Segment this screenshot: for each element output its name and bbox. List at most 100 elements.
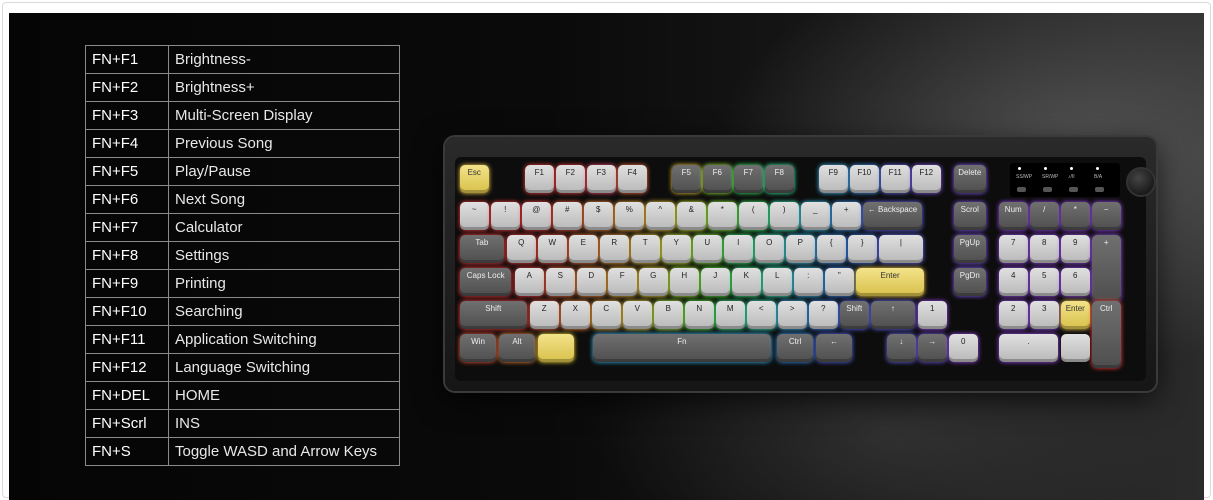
keyboard-image: Esc F1 F2 F3 F4 F5 F6 F7 F8 F9 F10 F11 F12 Delete ~! @ #… xyxy=(445,137,1156,391)
shortcut-row: FN+F7 Calculator xyxy=(85,213,400,242)
shortcut-row: FN+F6 Next Song xyxy=(85,185,400,214)
keycap: + xyxy=(1092,235,1121,302)
shortcut-combo: FN+F10 xyxy=(85,297,169,326)
keycap: { xyxy=(817,235,846,263)
keycap: F3 xyxy=(587,165,616,193)
keycap: 0 xyxy=(949,334,978,362)
indicator-button xyxy=(1069,187,1078,192)
keycap: Caps Lock xyxy=(460,268,512,296)
keycap: Tab xyxy=(460,235,504,263)
keycap: ← xyxy=(816,334,853,362)
shortcut-action: HOME xyxy=(168,381,400,410)
keycap: A xyxy=(515,268,544,296)
keycap: V xyxy=(623,301,652,329)
shortcut-action: Settings xyxy=(168,241,400,270)
keycap: ~ xyxy=(460,202,489,230)
shortcut-row: FN+F2 Brightness+ xyxy=(85,73,400,102)
keycap: * xyxy=(708,202,737,230)
keycap: Enter xyxy=(1061,301,1090,329)
keycap: K xyxy=(732,268,761,296)
keycap: ← Backspace xyxy=(863,202,922,230)
keycap: : xyxy=(794,268,823,296)
keycap: J xyxy=(701,268,730,296)
shortcut-row: FN+F9 Printing xyxy=(85,269,400,298)
keycap: T xyxy=(631,235,660,263)
keycap: ↓ xyxy=(887,334,916,362)
keycap: F5 xyxy=(672,165,701,193)
shortcut-row: FN+F11 Application Switching xyxy=(85,325,400,354)
keycap: 8 xyxy=(1030,235,1059,263)
shortcut-row: FN+F5 Play/Pause xyxy=(85,157,400,186)
keycap: PgUp xyxy=(954,235,986,263)
shortcut-action: Brightness- xyxy=(168,45,400,74)
keycap: S xyxy=(546,268,575,296)
indicator-label: SS/WP xyxy=(1016,174,1033,180)
indicator-dot xyxy=(1018,167,1021,170)
indicator-label: SR/WP xyxy=(1042,174,1059,180)
keycap: ) xyxy=(770,202,799,230)
shortcut-action: Next Song xyxy=(168,185,400,214)
shortcut-combo: FN+F5 xyxy=(85,157,169,186)
shortcut-row: FN+DEL HOME xyxy=(85,381,400,410)
keycap: N xyxy=(685,301,714,329)
keycap: D xyxy=(577,268,606,296)
keycap: F9 xyxy=(819,165,848,193)
shortcut-row: FN+F1 Brightness- xyxy=(85,45,400,74)
shortcut-action: Toggle WASD and Arrow Keys xyxy=(168,437,400,466)
keycap: Shift xyxy=(840,301,869,329)
keycap: C xyxy=(592,301,621,329)
indicator-dot xyxy=(1070,167,1073,170)
shortcut-combo: FN+F1 xyxy=(85,45,169,74)
keycap: H xyxy=(670,268,699,296)
keycap xyxy=(538,334,575,362)
shortcut-row: FN+F4 Previous Song xyxy=(85,129,400,158)
keycap: " xyxy=(825,268,854,296)
indicator-button xyxy=(1095,187,1104,192)
keycap: Z xyxy=(530,301,559,329)
keycap: X xyxy=(561,301,590,329)
keycap: L xyxy=(763,268,792,296)
shortcut-combo: FN+DEL xyxy=(85,381,169,410)
indicator-dot xyxy=(1096,167,1099,170)
keycap: Delete xyxy=(954,165,986,193)
keycap: ^ xyxy=(646,202,675,230)
keycap: 7 xyxy=(999,235,1028,263)
keycap: ( xyxy=(739,202,768,230)
shortcut-row: FN+S Toggle WASD and Arrow Keys xyxy=(85,437,400,466)
keycap: U xyxy=(693,235,722,263)
shortcut-combo: FN+F9 xyxy=(85,269,169,298)
shortcut-combo: FN+F7 xyxy=(85,213,169,242)
keycap: W xyxy=(538,235,567,263)
keycap: < xyxy=(747,301,776,329)
shortcut-combo: FN+S xyxy=(85,437,169,466)
keycap: ? xyxy=(809,301,838,329)
keycap: + xyxy=(832,202,861,230)
keycap: F2 xyxy=(556,165,585,193)
indicator-label: ♪/II xyxy=(1068,174,1075,180)
keycap: F10 xyxy=(850,165,879,193)
keycap: R xyxy=(600,235,629,263)
product-banner: FN+F1 Brightness- FN+F2 Brightness+ FN+F3 Mul… xyxy=(9,13,1204,500)
indicator-label: B/A xyxy=(1094,174,1103,180)
shortcut-action: Language Switching xyxy=(168,353,400,382)
keycap: Enter xyxy=(856,268,925,296)
keycap: } xyxy=(848,235,877,263)
keycap: F xyxy=(608,268,637,296)
shortcut-action: INS xyxy=(168,409,400,438)
keycap: 1 xyxy=(918,301,947,329)
shortcut-row: FN+Scrl INS xyxy=(85,409,400,438)
keycap: Alt xyxy=(499,334,536,362)
keycap: Ctrl xyxy=(777,334,814,362)
shortcut-combo: FN+Scrl xyxy=(85,409,169,438)
keycap: Fn xyxy=(593,334,771,362)
shortcut-action: Calculator xyxy=(168,213,400,242)
shortcut-combo: FN+F12 xyxy=(85,353,169,382)
keycap: F7 xyxy=(734,165,763,193)
keycap: Scrol xyxy=(954,202,986,230)
keycap: 5 xyxy=(1030,268,1059,296)
keycap: M xyxy=(716,301,745,329)
shortcut-action: Play/Pause xyxy=(168,157,400,186)
keycap: . xyxy=(999,334,1058,362)
shortcut-combo: FN+F2 xyxy=(85,73,169,102)
keycap: Win xyxy=(460,334,497,362)
